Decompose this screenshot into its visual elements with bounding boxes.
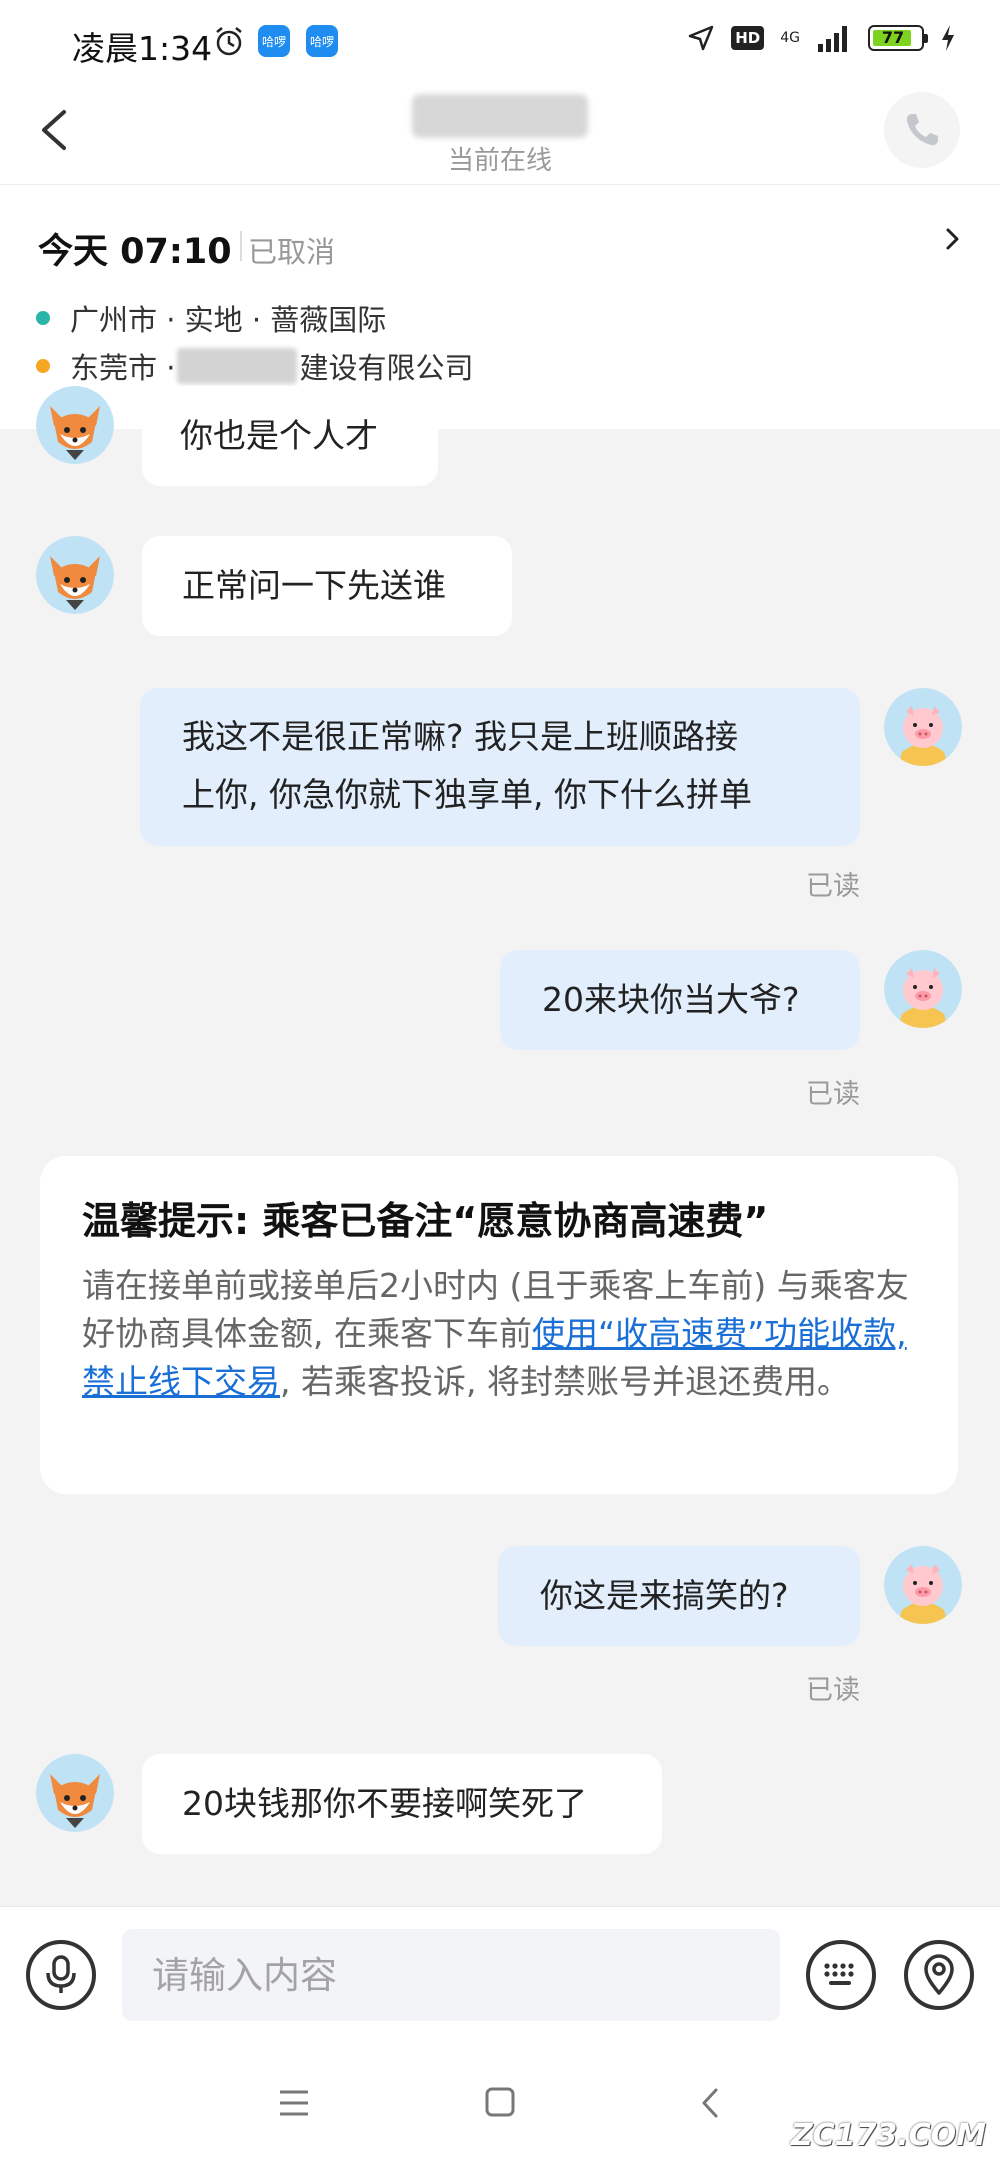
redacted-text xyxy=(177,348,298,384)
driver-avatar[interactable] xyxy=(884,950,962,1028)
message-text: 你这是来搞笑的? xyxy=(540,1576,789,1615)
microphone-icon xyxy=(46,1955,76,1993)
keyboard-button[interactable] xyxy=(806,1940,876,2010)
divider xyxy=(240,231,242,261)
call-button[interactable] xyxy=(884,92,960,168)
message-bubble-incoming[interactable]: 20块钱那你不要接啊笑死了 xyxy=(142,1754,662,1854)
message-bubble-incoming[interactable]: 你也是个人才 xyxy=(142,386,438,486)
trip-date: 今天 07:10 xyxy=(38,232,232,272)
message-input[interactable] xyxy=(122,1929,780,2021)
status-icons: HD 4G 77 xyxy=(687,24,956,52)
driver-avatar[interactable] xyxy=(884,688,962,766)
signal-icon xyxy=(818,26,847,52)
origin-dot xyxy=(36,311,50,325)
battery-indicator: 77 xyxy=(868,25,928,51)
read-receipt: 已读 xyxy=(806,871,860,902)
trip-origin: 广州市 · 实地 · 蔷薇国际 xyxy=(36,297,386,339)
read-receipt: 已读 xyxy=(806,1079,860,1110)
origin-address: 广州市 · 实地 · 蔷薇国际 xyxy=(70,303,387,337)
fox-avatar-icon xyxy=(36,1754,114,1832)
message-text: 正常问一下先送谁 xyxy=(182,566,446,605)
hd-badge: HD xyxy=(731,26,765,50)
battery-level: 77 xyxy=(881,28,905,47)
presence-status: 当前在线 xyxy=(447,146,552,176)
passenger-avatar[interactable] xyxy=(36,1754,114,1832)
watermark: ZC173.COM xyxy=(790,2118,986,2153)
message-text: 20块钱那你不要接啊笑死了 xyxy=(182,1784,587,1823)
trip-status: 已取消 xyxy=(248,235,336,269)
fox-avatar-icon xyxy=(36,386,114,464)
contact-name-redacted xyxy=(412,94,588,138)
voice-button[interactable] xyxy=(26,1940,96,2010)
hello-app-icon-2: 哈啰 xyxy=(306,25,338,57)
destination-suffix: 建设有限公司 xyxy=(299,351,474,385)
clock: 凌晨1:34 xyxy=(72,29,213,68)
system-notice-card: 温馨提示: 乘客已备注“愿意协商高速费” 请在接单前或接单后2小时内 (且于乘客… xyxy=(40,1156,958,1494)
message-text: 20来块你当大爷? xyxy=(542,980,800,1019)
message-bubble-outgoing[interactable]: 20来块你当大爷? xyxy=(500,950,860,1050)
pig-avatar-icon xyxy=(884,950,962,1028)
passenger-avatar[interactable] xyxy=(36,386,114,464)
message-bubble-incoming[interactable]: 正常问一下先送谁 xyxy=(142,536,512,636)
chevron-right-icon[interactable] xyxy=(940,227,964,251)
passenger-avatar[interactable] xyxy=(36,536,114,614)
pig-avatar-icon xyxy=(884,1546,962,1624)
status-bar: 凌晨1:34 哈啰 哈啰 HD 4G 77 xyxy=(0,0,1000,88)
message-text: 你也是个人才 xyxy=(180,416,378,455)
message-bubble-outgoing[interactable]: 你这是来搞笑的? xyxy=(498,1546,860,1646)
fox-avatar-icon xyxy=(36,536,114,614)
chat-header: 当前在线 xyxy=(0,88,1000,184)
home-icon[interactable] xyxy=(484,2086,516,2118)
message-input-bar xyxy=(0,1906,1000,2047)
notice-body: 请在接单前或接单后2小时内 (且于乘客上车前) 与乘客友好协商具体金额, 在乘客… xyxy=(82,1262,918,1406)
location-share-button[interactable] xyxy=(904,1940,974,2010)
network-type: 4G xyxy=(780,30,800,46)
destination-dot xyxy=(36,359,50,373)
notice-title: 温馨提示: 乘客已备注“愿意协商高速费” xyxy=(82,1199,769,1243)
driver-avatar[interactable] xyxy=(884,1546,962,1624)
back-nav-icon[interactable] xyxy=(698,2086,722,2120)
pig-avatar-icon xyxy=(884,688,962,766)
message-bubble-outgoing[interactable]: 我这不是很正常嘛? 我只是上班顺路接 上你, 你急你就下独享单, 你下什么拼单 xyxy=(140,688,860,846)
phone-icon xyxy=(906,114,938,146)
destination-prefix: 东莞市 · xyxy=(70,351,176,385)
message-text-line-2: 上你, 你急你就下独享单, 你下什么拼单 xyxy=(182,775,752,814)
keyboard-icon xyxy=(824,1963,854,1985)
notice-text-end: , 若乘客投诉, 将封禁账号并退还费用。 xyxy=(280,1362,850,1401)
alarm-icon xyxy=(216,27,242,56)
trip-destination: 东莞市 · 建设有限公司 xyxy=(36,345,473,387)
charging-icon xyxy=(942,25,954,51)
location-icon xyxy=(924,1954,954,1995)
hello-app-icon: 哈啰 xyxy=(258,25,290,57)
message-text-line-1: 我这不是很正常嘛? 我只是上班顺路接 xyxy=(182,717,739,756)
read-receipt: 已读 xyxy=(806,1675,860,1706)
menu-icon[interactable] xyxy=(278,2088,310,2118)
location-arrow-icon xyxy=(688,25,714,51)
